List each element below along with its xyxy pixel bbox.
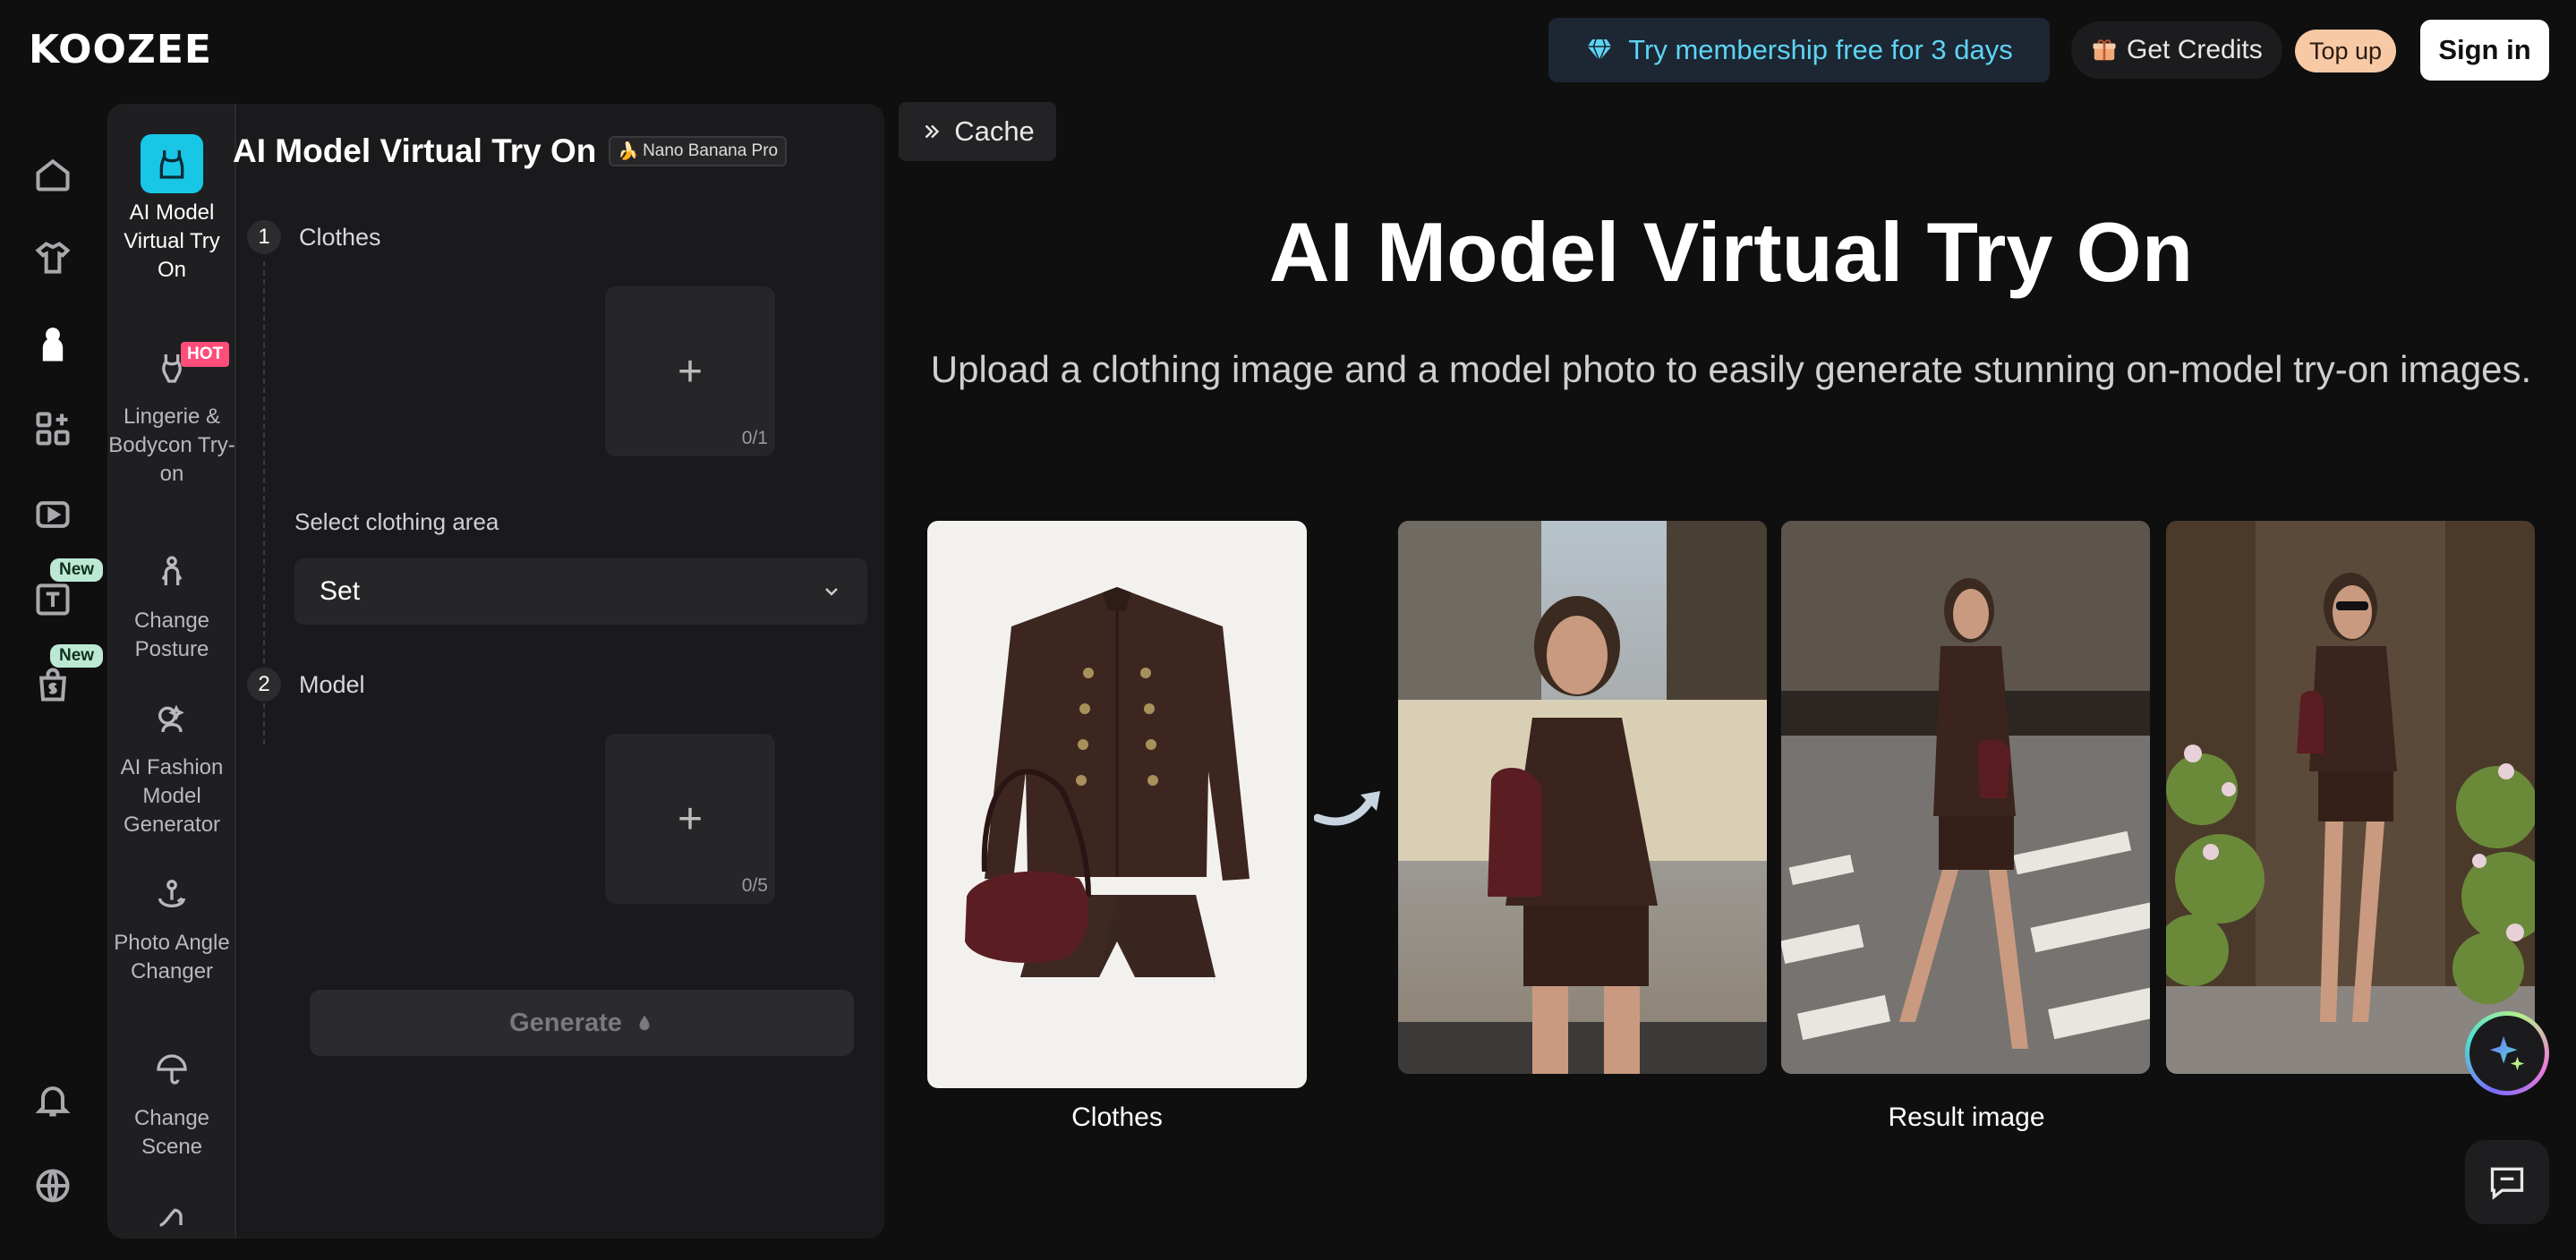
- tool-photo-angle-changer[interactable]: Photo Angle Changer: [107, 864, 236, 986]
- hot-badge: HOT: [181, 342, 230, 367]
- promo-label: Try membership free for 3 days: [1628, 34, 2013, 65]
- credits-label: Get Credits: [2127, 35, 2263, 64]
- double-chevron-right-icon: [925, 124, 940, 139]
- get-credits-button[interactable]: Get Credits: [2071, 21, 2282, 79]
- top-up-button[interactable]: Top up: [2295, 30, 2397, 72]
- tool-more[interactable]: [107, 1187, 236, 1239]
- model-upload-box[interactable]: + 0/5: [605, 734, 775, 904]
- feedback-chat-button[interactable]: [2465, 1140, 2549, 1224]
- tank-top-icon: [141, 134, 203, 193]
- tool-label: Photo Angle Changer: [114, 931, 230, 983]
- tool-ai-fashion-model-generator[interactable]: AI Fashion Model Generator: [107, 689, 236, 839]
- text-tool-icon[interactable]: [29, 575, 77, 623]
- face-generator-icon: [141, 689, 203, 748]
- posture-icon: [141, 542, 203, 601]
- step-clothes: 1 Clothes: [247, 220, 381, 254]
- banana-icon: 🍌: [618, 142, 640, 161]
- result-image-2: [1781, 521, 2150, 1074]
- tool-label: Change Scene: [133, 1106, 210, 1159]
- form-title: AI Model Virtual Try On: [233, 132, 597, 169]
- bell-icon[interactable]: [29, 1076, 77, 1124]
- result-caption: Result image: [1888, 1102, 2045, 1132]
- result-image-1: [1398, 521, 1767, 1074]
- result-image-3: [2166, 521, 2535, 1074]
- diamond-icon: [1587, 38, 1612, 64]
- clothing-area-label: Select clothing area: [294, 508, 499, 535]
- shop-bag-icon[interactable]: [29, 660, 77, 709]
- upload-count: 0/1: [741, 428, 768, 448]
- tool-change-posture[interactable]: Change Posture: [107, 542, 236, 664]
- ai-assistant-button[interactable]: [2465, 1011, 2549, 1095]
- hero-subtitle: Upload a clothing image and a model phot…: [930, 348, 2532, 390]
- form-header: AI Model Virtual Try On 🍌 Nano Banana Pr…: [233, 132, 788, 170]
- globe-icon[interactable]: [29, 1162, 77, 1210]
- clothes-upload-box[interactable]: + 0/1: [605, 286, 775, 456]
- model-badge-label: Nano Banana Pro: [643, 141, 779, 160]
- generate-button[interactable]: Generate: [310, 990, 854, 1056]
- try-on-form: AI Model Virtual Try On 🍌 Nano Banana Pr…: [233, 104, 884, 1239]
- tool-label: Lingerie & Bodycon Try-on: [108, 404, 235, 486]
- apps-icon[interactable]: [29, 404, 77, 453]
- arrow-right-icon: [1314, 791, 1380, 826]
- model-badge: 🍌 Nano Banana Pro: [609, 136, 788, 166]
- angle-icon: [141, 864, 203, 924]
- umbrella-icon: [141, 1040, 203, 1099]
- tool-change-scene[interactable]: Change Scene: [107, 1040, 236, 1162]
- membership-promo-button[interactable]: Try membership free for 3 days: [1548, 18, 2050, 82]
- cache-button[interactable]: Cache: [899, 102, 1056, 161]
- tool-ai-model-virtual-try-on[interactable]: AI Model Virtual Try On: [107, 134, 236, 285]
- video-icon[interactable]: [29, 490, 77, 539]
- tool-label: Change Posture: [133, 609, 210, 661]
- left-nav-rail: New New: [0, 100, 106, 1260]
- model-icon[interactable]: [29, 320, 77, 369]
- clothing-area-value: Set: [320, 576, 361, 606]
- generate-label: Generate: [509, 1008, 622, 1037]
- tool-label: AI Model Virtual Try On: [124, 200, 220, 282]
- home-icon[interactable]: [29, 150, 77, 199]
- clothes-example-image: [927, 521, 1307, 1088]
- gift-icon: [2093, 39, 2116, 61]
- tool-lingerie-bodycon-try-on[interactable]: Lingerie & Bodycon Try-on HOT: [107, 338, 236, 489]
- drop-icon: [639, 1015, 650, 1031]
- upload-count: 0/5: [741, 875, 768, 896]
- heel-icon: [141, 1187, 203, 1239]
- cache-label: Cache: [954, 115, 1035, 147]
- sign-in-button[interactable]: Sign in: [2420, 20, 2549, 81]
- step-number: 2: [247, 668, 281, 702]
- chat-icon: [2490, 1167, 2524, 1200]
- chevron-down-icon: [825, 588, 838, 596]
- tool-label: AI Fashion Model Generator: [120, 755, 224, 837]
- shirt-icon[interactable]: [29, 234, 77, 283]
- sparkle-icon: [2469, 1016, 2545, 1091]
- step-model: 2 Model: [247, 668, 365, 702]
- new-badge: New: [50, 644, 104, 668]
- step-label: Model: [299, 670, 365, 698]
- tool-list: AI Model Virtual Try On Lingerie & Bodyc…: [107, 104, 236, 1239]
- step-number: 1: [247, 220, 281, 254]
- hero-title: AI Model Virtual Try On: [1268, 205, 2194, 299]
- koozee-logo[interactable]: KOOZEE: [29, 27, 212, 72]
- top-bar: KOOZEE Try membership free for 3 days Ge…: [0, 0, 2576, 100]
- clothes-caption: Clothes: [1071, 1102, 1163, 1132]
- clothing-area-select[interactable]: Set: [294, 558, 867, 625]
- new-badge: New: [50, 558, 104, 582]
- tool-panel: AI Model Virtual Try On Lingerie & Bodyc…: [107, 104, 884, 1239]
- step-label: Clothes: [299, 223, 381, 251]
